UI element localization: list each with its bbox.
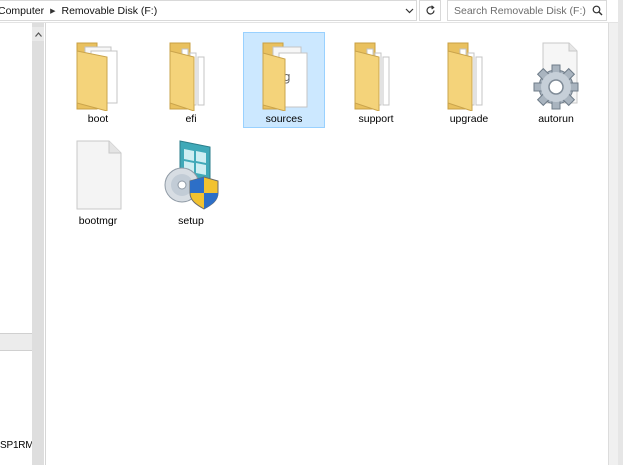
file-item-label: upgrade — [449, 113, 489, 125]
nav-scrollbar[interactable] — [32, 23, 44, 465]
file-item-setup[interactable]: setup — [150, 134, 232, 230]
gear-file-icon — [529, 37, 585, 111]
toolbar: Computer ▶ Removable Disk (F:) Search Re… — [0, 0, 623, 23]
nav-scroll-up-icon[interactable] — [32, 27, 44, 41]
nav-item-label[interactable]: SP1RM — [0, 440, 32, 451]
refresh-icon — [425, 5, 435, 15]
file-item-label: sources — [265, 113, 303, 125]
search-input[interactable]: Search Removable Disk (F:) — [448, 5, 588, 17]
file-item-label: bootmgr — [78, 215, 118, 227]
setup-installer-icon — [164, 139, 220, 213]
file-item-boot[interactable]: boot — [57, 32, 139, 128]
file-item-autorun[interactable]: autorun — [515, 32, 597, 128]
breadcrumb-separator-icon[interactable]: ▶ — [50, 7, 55, 15]
chevron-down-icon[interactable] — [404, 5, 414, 17]
file-item-support[interactable]: support — [335, 32, 417, 128]
nav-selected-item[interactable] — [0, 333, 32, 351]
file-item-label: setup — [178, 215, 204, 227]
folder-icon — [164, 37, 220, 112]
refresh-button[interactable] — [419, 0, 441, 21]
file-item-label: boot — [87, 113, 109, 125]
folder-icon — [442, 37, 498, 112]
folder-icon — [349, 37, 405, 112]
file-item-upgrade[interactable]: upgrade — [428, 32, 510, 128]
file-item-bootmgr[interactable]: bootmgr — [57, 134, 139, 230]
window-edge — [618, 0, 623, 465]
folder-icon — [71, 37, 127, 112]
search-box[interactable]: Search Removable Disk (F:) — [447, 0, 607, 21]
address-bar[interactable]: Computer ▶ Removable Disk (F:) — [0, 0, 417, 21]
file-item-label: support — [358, 113, 394, 125]
breadcrumb-computer[interactable]: Computer — [0, 5, 44, 17]
search-icon[interactable] — [588, 5, 606, 16]
file-item-efi[interactable]: efi — [150, 32, 232, 128]
file-item-label: efi — [185, 113, 197, 125]
file-list: boot efi g sources support upgrade autor… — [46, 23, 608, 465]
breadcrumb-removable-disk[interactable]: Removable Disk (F:) — [62, 5, 158, 17]
file-item-label: autorun — [538, 113, 574, 125]
folder-icon: g — [257, 37, 313, 112]
blank-file-icon — [71, 139, 127, 213]
file-item-sources[interactable]: g sources — [243, 32, 325, 128]
